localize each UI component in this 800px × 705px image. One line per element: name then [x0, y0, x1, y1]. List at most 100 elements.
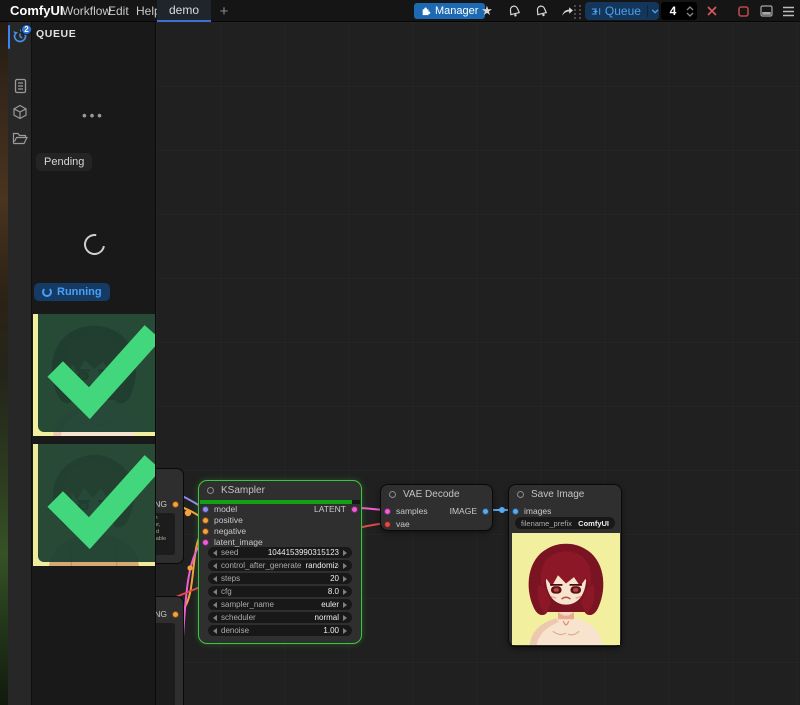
increment-arrow-icon[interactable]: [343, 576, 347, 582]
cube-icon: [12, 104, 28, 120]
comfyui-logo[interactable]: ComfyUI: [10, 0, 63, 22]
queue-result-item[interactable]: 352.64s: [33, 444, 155, 566]
increment-arrow-icon[interactable]: [343, 602, 347, 608]
widget-value: 8.0: [236, 587, 339, 596]
vae-input-port[interactable]: [384, 521, 391, 528]
increment-arrow-icon[interactable]: [343, 615, 347, 621]
conditioning-output-port[interactable]: [172, 611, 179, 618]
widget-steps[interactable]: steps 20: [208, 573, 352, 584]
decrement-arrow-icon[interactable]: [213, 589, 217, 595]
clip-text-encode-node-partial-top[interactable]: NING th lor, ed itable: [156, 468, 184, 564]
increment-arrow-icon[interactable]: [343, 628, 347, 634]
decrement-arrow-icon[interactable]: [213, 615, 217, 621]
decrement-arrow-icon[interactable]: [213, 628, 217, 634]
stepper-down-icon[interactable]: [686, 12, 694, 17]
batch-count-value: 4: [661, 4, 685, 18]
queue-more-indicator[interactable]: •••: [32, 108, 155, 123]
saved-image-preview[interactable]: [512, 533, 620, 645]
widget-value: normal: [260, 613, 339, 622]
latent-output: LATENT: [314, 504, 358, 514]
widget-scheduler[interactable]: scheduler normal: [208, 612, 352, 623]
prompt-text-widget[interactable]: th lor, ed itable: [156, 513, 175, 555]
negative-input-port[interactable]: [202, 528, 209, 535]
image-output: IMAGE: [450, 506, 489, 516]
latent-image-input-port[interactable]: [202, 539, 209, 546]
vae-decode-node[interactable]: VAE Decode samples vae IMAGE: [380, 484, 493, 531]
decrement-arrow-icon[interactable]: [213, 576, 217, 582]
sidebar-item-node-library[interactable]: [8, 74, 32, 98]
widget-value: 1.00: [253, 626, 339, 635]
prompt-line: lor,: [156, 522, 173, 529]
widget-label: seed: [221, 548, 238, 557]
tab-label: demo: [169, 3, 199, 17]
duration-badge: 345.64s: [38, 314, 155, 432]
decrement-arrow-icon[interactable]: [213, 550, 217, 556]
positive-input-port[interactable]: [202, 517, 209, 524]
manager-button[interactable]: Manager: [414, 3, 485, 19]
increment-arrow-icon[interactable]: [343, 589, 347, 595]
latent-output-port[interactable]: [351, 506, 358, 513]
node-collapse-dot[interactable]: [389, 491, 396, 498]
bell-icon[interactable]: [505, 0, 523, 22]
clip-text-encode-node-partial-bottom[interactable]: NING: [156, 596, 184, 705]
menu-edit[interactable]: Edit: [108, 0, 129, 22]
increment-arrow-icon[interactable]: [343, 550, 347, 556]
node-collapse-dot[interactable]: [517, 491, 524, 498]
filename-prefix-widget[interactable]: filename_prefix ComfyUI: [515, 517, 615, 529]
node-collapse-dot[interactable]: [207, 487, 214, 494]
menu-workflow[interactable]: Workflow: [62, 0, 111, 22]
hamburger-menu-icon[interactable]: [779, 0, 797, 22]
ksampler-node[interactable]: KSampler model positive negative latent_…: [198, 480, 362, 644]
chevron-down-icon[interactable]: [651, 8, 659, 15]
link-reroute-dot[interactable]: [187, 565, 192, 570]
sidebar-item-model-library[interactable]: [8, 100, 32, 124]
negative-input: negative: [202, 526, 246, 536]
decrement-arrow-icon[interactable]: [213, 563, 217, 569]
latent-image-input: latent_image: [202, 537, 263, 547]
bottom-panel-toggle-icon[interactable]: [757, 0, 775, 22]
decrement-arrow-icon[interactable]: [213, 602, 217, 608]
widget-denoise[interactable]: denoise 1.00: [208, 625, 352, 636]
menubar: ComfyUI Workflow Edit Help demo + Manage…: [0, 0, 800, 22]
workflow-tab-demo[interactable]: demo: [157, 0, 211, 22]
new-workflow-tab-button[interactable]: +: [215, 0, 233, 22]
toolbar-drag-handle[interactable]: [574, 5, 582, 18]
sidebar-item-queue[interactable]: 2: [8, 24, 32, 48]
sidebar-item-workflows[interactable]: [8, 126, 32, 150]
prompt-text-widget[interactable]: [156, 623, 175, 705]
widget-cfg[interactable]: cfg 8.0: [208, 586, 352, 597]
node-graph-canvas[interactable]: NING th lor, ed itable NING KSampler mod…: [156, 22, 800, 705]
link-reroute-dot[interactable]: [185, 510, 191, 516]
conditioning-output: NING: [156, 499, 179, 509]
queue-count-badge: 2: [21, 24, 32, 35]
bell-slash-icon[interactable]: [532, 0, 550, 22]
queue-sidebar-panel: QUEUE ••• Pending Running: [32, 22, 156, 705]
stop-icon[interactable]: [734, 0, 752, 22]
vae-input: vae: [384, 519, 410, 529]
clear-queue-icon[interactable]: [703, 0, 721, 22]
queue-result-item[interactable]: 345.64s: [33, 314, 155, 436]
samples-input: samples: [384, 506, 428, 516]
increment-arrow-icon[interactable]: [343, 563, 347, 569]
widget-control-after-generate[interactable]: control_after_generate randomize: [208, 560, 352, 571]
model-input-port[interactable]: [202, 506, 209, 513]
widget-label: filename_prefix: [521, 519, 572, 528]
generated-image-red-hair-girl: [512, 533, 620, 645]
widget-sampler-name[interactable]: sampler_name euler: [208, 599, 352, 610]
widget-label: scheduler: [221, 613, 256, 622]
samples-input-port[interactable]: [384, 508, 391, 515]
widget-value: 20: [244, 574, 339, 583]
queue-run-button[interactable]: Queue: [585, 2, 659, 20]
image-output-port[interactable]: [482, 508, 489, 515]
widget-seed[interactable]: seed 1044153990315123: [208, 547, 352, 558]
stepper-up-icon[interactable]: [686, 6, 694, 11]
images-input-port[interactable]: [512, 508, 519, 515]
link-midpoint-dot[interactable]: [499, 507, 505, 513]
queue-run-label: Queue: [605, 4, 641, 18]
node-title: KSampler: [221, 485, 265, 496]
batch-count-input[interactable]: 4: [661, 2, 697, 20]
conditioning-output-port[interactable]: [172, 501, 179, 508]
star-icon[interactable]: ★: [478, 0, 496, 22]
puzzle-icon: [421, 6, 431, 16]
save-image-node[interactable]: Save Image images filename_prefix ComfyU…: [508, 484, 622, 647]
